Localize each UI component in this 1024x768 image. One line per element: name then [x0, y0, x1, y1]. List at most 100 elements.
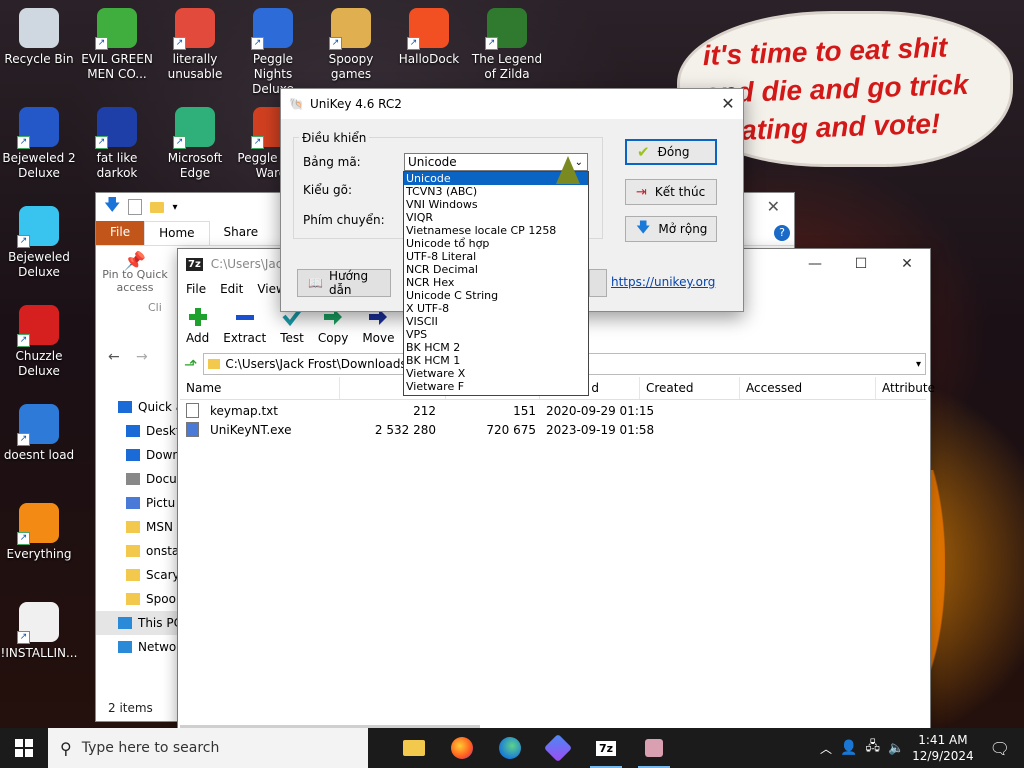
chevron-down-icon[interactable]: ▾ — [172, 202, 177, 213]
sidebar-item-label: Scary — [146, 568, 178, 582]
folder-icon[interactable] — [150, 201, 165, 213]
desktop-icon[interactable]: ↗ The Legend of Zilda — [468, 8, 546, 82]
dropdown-option[interactable]: Vietware F — [404, 380, 588, 393]
unikey-titlebar[interactable]: 🐚 UniKey 4.6 RC2 ✕ — [281, 89, 743, 119]
taskbar-edge[interactable] — [486, 728, 534, 768]
sidebar-item[interactable]: Scary — [96, 563, 178, 587]
help-icon[interactable]: ? — [774, 225, 790, 241]
help-button[interactable]: 📖 Hướng dẫn — [297, 269, 391, 297]
sidebar-item[interactable]: Netwo — [96, 635, 178, 659]
desktop-icon[interactable]: ↗ EVIL GREEN MEN CO... — [78, 8, 156, 82]
tab-file[interactable]: File — [96, 221, 145, 245]
unikey-website-link[interactable]: https://unikey.org — [611, 275, 715, 289]
exit-button[interactable]: ⇥ Kết thúc — [625, 179, 717, 205]
taskbar-unikey[interactable] — [630, 728, 678, 768]
desktop-icon[interactable]: ↗ HalloDock — [390, 8, 468, 67]
sidebar-item[interactable]: Down — [96, 443, 178, 467]
expand-button[interactable]: 🡇 Mở rộng — [625, 216, 717, 242]
dropdown-option[interactable]: BK HCM 2 — [404, 341, 588, 354]
up-folder-icon[interactable]: ⬏ — [180, 355, 197, 374]
star-icon — [118, 401, 132, 413]
close-icon[interactable]: ✕ — [884, 249, 930, 279]
desktop-icon[interactable]: ↗ doesnt load — [0, 404, 78, 463]
charset-dropdown-list[interactable]: Unicode TCVN3 (ABC) VNI Windows VIQR Vietnam… — [403, 171, 589, 396]
desktop-icon[interactable]: ↗ fat like darkok — [78, 107, 156, 181]
desktop-icon[interactable]: ↗ Microsoft Edge — [156, 107, 234, 181]
dropdown-option[interactable]: Unicode C String — [404, 289, 588, 302]
table-row[interactable]: UniKeyNT.exe 2 532 280 720 675 2023-09-19 0… — [180, 420, 926, 439]
dropdown-option[interactable]: Unicode tổ hợp — [404, 237, 588, 250]
col-accessed[interactable]: Accessed — [740, 377, 876, 399]
extract-button[interactable]: Extract — [223, 306, 266, 347]
dropdown-option[interactable]: VNI Windows — [404, 198, 588, 211]
sidebar-item-label: This PC — [138, 616, 178, 630]
dropdown-option[interactable]: UTF-8 Literal — [404, 250, 588, 263]
desktop-icon[interactable]: ↗ Spoopy games — [312, 8, 390, 82]
desktop-icon[interactable]: ↗ Peggle Nights Deluxe — [234, 8, 312, 97]
dropdown-option[interactable]: VISCII — [404, 315, 588, 328]
add-button[interactable]: Add — [186, 306, 209, 347]
close-button[interactable]: ✔ Đóng — [625, 139, 717, 165]
taskbar-file-explorer[interactable] — [390, 728, 438, 768]
user-tray-icon[interactable]: 👤 — [840, 740, 857, 756]
dropdown-option[interactable]: VIQR — [404, 211, 588, 224]
sidebar-item[interactable]: Spoo — [96, 587, 178, 611]
desktop-icon[interactable]: Recycle Bin — [0, 8, 78, 67]
desktop-icon[interactable]: ↗ literally unusable — [156, 8, 234, 82]
sidebar-item[interactable]: Deskt — [96, 419, 178, 443]
mpl-icon: ↗ — [95, 107, 137, 149]
down-arrow-icon[interactable]: 🡇 — [104, 194, 120, 221]
tab-home[interactable]: Home — [144, 221, 210, 245]
about-button[interactable] — [589, 269, 607, 297]
sidebar-item[interactable]: Pictu — [96, 491, 178, 515]
menu-edit[interactable]: Edit — [220, 282, 243, 296]
dropdown-option[interactable]: X UTF-8 — [404, 302, 588, 315]
sidebar-item[interactable]: Quick a — [96, 395, 178, 419]
dropdown-option[interactable]: BK HCM 1 — [404, 354, 588, 367]
col-attributes[interactable]: Attribute — [876, 377, 935, 399]
minimize-icon[interactable]: — — [792, 249, 838, 279]
sidebar-item[interactable]: Docu — [96, 467, 178, 491]
dropdown-option[interactable]: Vietware X — [404, 367, 588, 380]
sidebar-item[interactable]: onsta — [96, 539, 178, 563]
taskbar-clock[interactable]: 1:41 AM 12/9/2024 — [912, 732, 974, 764]
close-icon[interactable]: ✕ — [713, 89, 743, 119]
nav-forward-icon[interactable]: → — [136, 349, 148, 365]
col-created[interactable]: Created — [640, 377, 740, 399]
dropdown-option[interactable]: TCVN3 (ABC) — [404, 185, 588, 198]
taskbar-firefox[interactable] — [438, 728, 486, 768]
tab-share[interactable]: Share — [210, 221, 273, 245]
sidebar-item[interactable]: This PC — [96, 611, 178, 635]
pin-quick-access-button[interactable]: 📌 Pin to Quick access — [102, 253, 168, 295]
folder-icon — [126, 545, 140, 557]
taskbar-copilot[interactable] — [534, 728, 582, 768]
move-button[interactable]: Move — [362, 306, 395, 347]
nav-back-icon[interactable]: ← — [108, 349, 120, 365]
menu-file[interactable]: File — [186, 282, 206, 296]
network-icon[interactable]: 🖧 — [865, 737, 880, 759]
sidebar-item[interactable]: MSN — [96, 515, 178, 539]
volume-icon[interactable]: 🔈 — [888, 741, 904, 756]
copy-button[interactable]: Copy — [318, 306, 348, 347]
desktop-icon[interactable]: ↗ Bejeweled Deluxe — [0, 206, 78, 280]
table-row[interactable]: keymap.txt 212 151 2020-09-29 01:15 — [180, 401, 926, 420]
chevron-down-icon[interactable]: ▾ — [916, 359, 921, 370]
close-icon[interactable]: ✕ — [767, 197, 780, 216]
dropdown-option[interactable]: NCR Decimal — [404, 263, 588, 276]
desktop-icon[interactable]: ↗ Chuzzle Deluxe — [0, 305, 78, 379]
col-name[interactable]: Name — [180, 377, 340, 399]
test-button[interactable]: Test — [280, 306, 304, 347]
properties-icon[interactable] — [128, 199, 143, 215]
dropdown-option[interactable]: NCR Hex — [404, 276, 588, 289]
start-button[interactable] — [0, 728, 48, 768]
chevron-up-icon[interactable]: ︿ — [820, 740, 832, 757]
notification-icon[interactable]: 🗨 — [990, 739, 1010, 758]
maximize-icon[interactable]: ☐ — [838, 249, 884, 279]
desktop-icon[interactable]: ↗ !INSTALLIN... — [0, 602, 78, 661]
taskbar-7zip[interactable]: 7z — [582, 728, 630, 768]
desktop-icon[interactable]: ↗ Everything — [0, 503, 78, 562]
dropdown-option[interactable]: VPS — [404, 328, 588, 341]
desktop-icon[interactable]: ↗ Bejeweled 2 Deluxe — [0, 107, 78, 181]
taskbar-search[interactable]: ⚲ Type here to search — [48, 728, 368, 768]
dropdown-option[interactable]: Vietnamese locale CP 1258 — [404, 224, 588, 237]
